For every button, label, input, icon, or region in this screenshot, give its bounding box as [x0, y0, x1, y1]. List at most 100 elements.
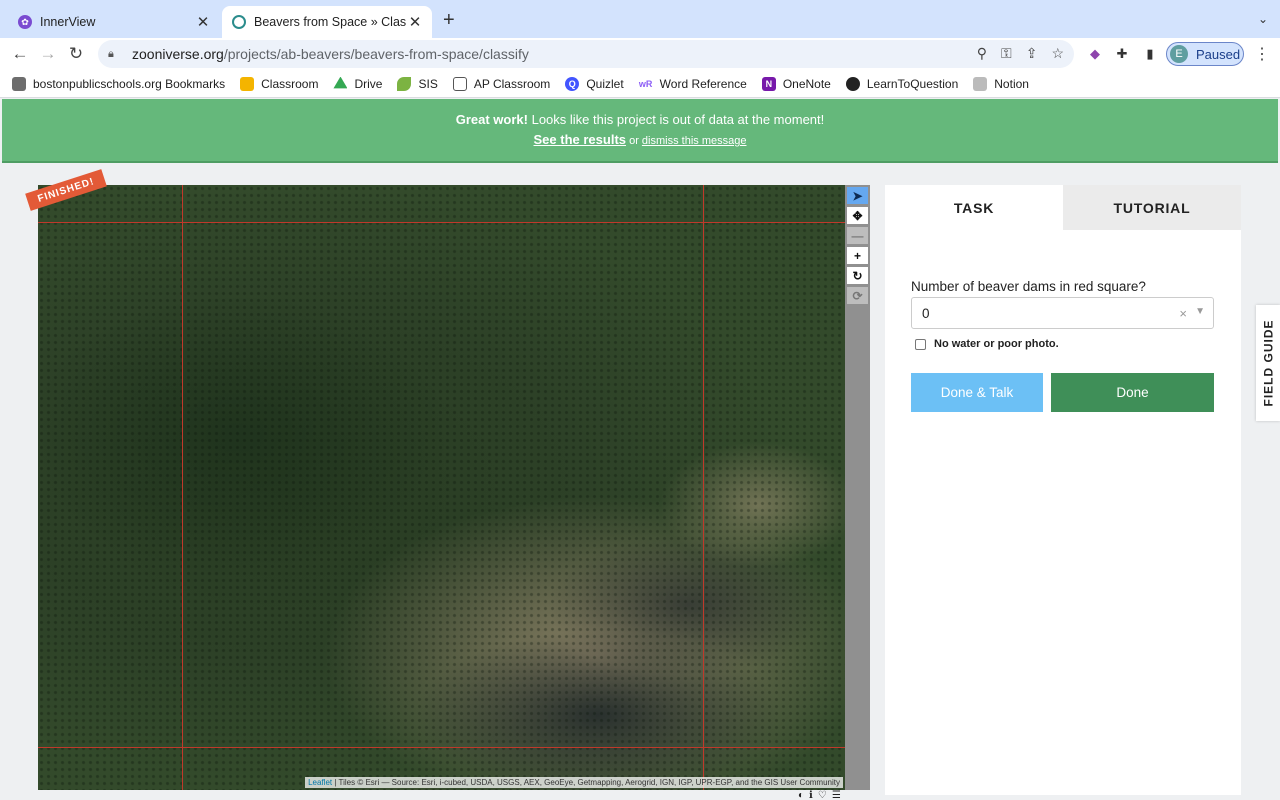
banner-bold: Great work! — [455, 112, 528, 127]
bookmark-wordreference[interactable]: wR Word Reference — [638, 76, 747, 91]
puzzle-icon[interactable]: ✚ — [1112, 44, 1132, 64]
browser-tab-strip: ✿ InnerView ✕ Beavers from Space » Class… — [0, 0, 1280, 38]
tab-title: InnerView — [40, 15, 96, 29]
dam-count-select[interactable]: 0 × ▼ — [911, 297, 1214, 329]
pointer-tool-icon[interactable]: ➤ — [847, 187, 868, 204]
bookmark-bps[interactable]: bostonpublicschools.org Bookmarks — [12, 76, 226, 91]
info-icon[interactable]: ℹ — [809, 790, 813, 800]
subject-toolbar: ➤ ✥ — + ↻ ⟳ — [845, 185, 870, 790]
leaflet-link[interactable]: Leaflet — [308, 778, 332, 787]
task-tabs: TASK TUTORIAL — [885, 185, 1241, 230]
bookmark-label: Word Reference — [659, 76, 747, 91]
tab-search-chevron-icon[interactable]: ⌄ — [1258, 12, 1268, 26]
task-panel: TASK TUTORIAL Number of beaver dams in r… — [885, 185, 1241, 795]
bookmark-ap-classroom[interactable]: AP Classroom — [452, 76, 551, 91]
subject-meta-icons: ◐ ℹ ♡ ☰ — [798, 790, 841, 800]
favorite-icon[interactable]: ♡ — [818, 790, 827, 800]
url-path: /projects/ab-beavers/beavers-from-space/… — [223, 46, 529, 62]
bookmark-sis[interactable]: SIS — [397, 76, 438, 91]
task-question: Number of beaver dams in red square? — [911, 279, 1146, 294]
zoom-in-icon[interactable]: + — [847, 247, 868, 264]
bookmark-classroom[interactable]: Classroom — [240, 76, 318, 91]
collections-icon[interactable]: ☰ — [832, 790, 841, 800]
bookmark-label: AP Classroom — [473, 76, 551, 91]
banner-message: Great work! Looks like this project is o… — [2, 112, 1278, 127]
tab-innerview[interactable]: ✿ InnerView ✕ — [8, 6, 220, 38]
drive-icon — [333, 76, 348, 89]
ap-icon — [452, 76, 467, 91]
checkbox-label: No water or poor photo. — [934, 338, 1059, 350]
no-water-checkbox[interactable] — [915, 338, 926, 350]
address-bar[interactable]: 🔒︎ zooniverse.org/projects/ab-beavers/be… — [98, 40, 1074, 68]
done-and-talk-button[interactable]: Done & Talk — [911, 373, 1043, 412]
aerial-subject-image[interactable]: Leaflet | Tiles © Esri — Source: Esri, i… — [38, 185, 845, 790]
tab-close-icon[interactable]: ✕ — [406, 13, 424, 31]
bookmark-learntoquestion[interactable]: LearnToQuestion — [845, 76, 959, 91]
dropdown-arrow-icon[interactable]: ▼ — [1195, 306, 1205, 317]
onenote-icon: N — [761, 76, 776, 91]
search-icon[interactable]: ⚲ — [977, 45, 987, 62]
innerview-favicon-icon: ✿ — [18, 15, 32, 29]
rotate-icon[interactable]: ↻ — [847, 267, 868, 284]
sis-icon — [397, 76, 412, 91]
bookmark-label: bostonpublicschools.org Bookmarks — [33, 76, 226, 91]
banner-text: Looks like this project is out of data a… — [527, 112, 825, 127]
bookmark-label: Quizlet — [586, 76, 624, 91]
tab-task[interactable]: TASK — [885, 185, 1063, 230]
quizlet-icon: Q — [565, 76, 580, 91]
invert-icon[interactable]: ◐ — [798, 790, 804, 800]
key-icon[interactable]: ⚿ — [1001, 45, 1012, 62]
red-square-bottom — [38, 747, 845, 748]
globe-icon — [845, 76, 860, 91]
tab-beavers-from-space[interactable]: Beavers from Space » Classify ✕ — [222, 6, 432, 38]
bookmark-notion[interactable]: Notion — [973, 76, 1029, 91]
banner-links: See the results or dismiss this message — [2, 132, 1278, 147]
zoom-out-icon[interactable]: — — [847, 227, 868, 244]
url-host: zooniverse.org — [132, 46, 224, 62]
bookmark-onenote[interactable]: N OneNote — [761, 76, 831, 91]
tab-close-icon[interactable]: ✕ — [194, 13, 212, 31]
forward-arrow-icon[interactable]: → — [36, 42, 60, 66]
red-square-top — [38, 222, 845, 223]
attribution-text: | Tiles © Esri — Source: Esri, i-cubed, … — [332, 778, 840, 787]
bookmark-drive[interactable]: Drive — [333, 76, 383, 91]
field-guide-tab[interactable]: FIELD GUIDE — [1256, 305, 1280, 421]
field-guide-label: FIELD GUIDE — [1261, 319, 1276, 407]
zooniverse-favicon-icon — [232, 15, 246, 29]
bookmark-label: Drive — [354, 76, 383, 91]
done-button[interactable]: Done — [1051, 373, 1214, 412]
bookmark-label: LearnToQuestion — [866, 76, 959, 91]
share-icon[interactable]: ⇪ — [1026, 45, 1038, 62]
back-arrow-icon[interactable]: ← — [8, 42, 32, 66]
profile-status: Paused — [1196, 46, 1241, 62]
clear-selection-icon[interactable]: × — [1179, 306, 1187, 321]
see-results-link[interactable]: See the results — [534, 132, 627, 147]
dismiss-message-link[interactable]: dismiss this message — [642, 135, 747, 147]
select-value: 0 — [922, 305, 930, 321]
notion-icon — [973, 76, 988, 91]
lock-icon: 🔒︎ — [108, 47, 114, 60]
pan-tool-icon[interactable]: ✥ — [847, 207, 868, 224]
extension-icon[interactable]: ◆ — [1085, 44, 1105, 64]
new-tab-button[interactable]: + — [443, 10, 455, 30]
tab-tutorial[interactable]: TUTORIAL — [1063, 185, 1241, 230]
map-attribution: Leaflet | Tiles © Esri — Source: Esri, i… — [305, 777, 843, 788]
bookmark-quizlet[interactable]: Q Quizlet — [565, 76, 624, 91]
side-panel-icon[interactable]: ▮ — [1140, 44, 1160, 64]
bookmark-label: Notion — [994, 76, 1029, 91]
reload-icon[interactable]: ↻ — [64, 42, 88, 66]
bookmarks-bar: bostonpublicschools.org Bookmarks Classr… — [0, 70, 1280, 98]
reset-icon[interactable]: ⟳ — [847, 287, 868, 304]
red-square-right — [703, 185, 704, 790]
banner-or: or — [626, 135, 642, 147]
menu-kebab-icon[interactable]: ⋮ — [1254, 44, 1270, 64]
profile-button[interactable]: E Paused — [1166, 42, 1244, 66]
star-icon[interactable]: ☆ — [1051, 45, 1064, 62]
bookmark-label: SIS — [418, 76, 438, 91]
wordreference-icon: wR — [638, 76, 653, 91]
bookmark-label: OneNote — [782, 76, 831, 91]
avatar: E — [1170, 45, 1188, 63]
red-square-left — [182, 185, 183, 790]
tab-title: Beavers from Space » Classify — [254, 15, 406, 29]
no-water-checkbox-row[interactable]: No water or poor photo. — [915, 338, 1059, 350]
